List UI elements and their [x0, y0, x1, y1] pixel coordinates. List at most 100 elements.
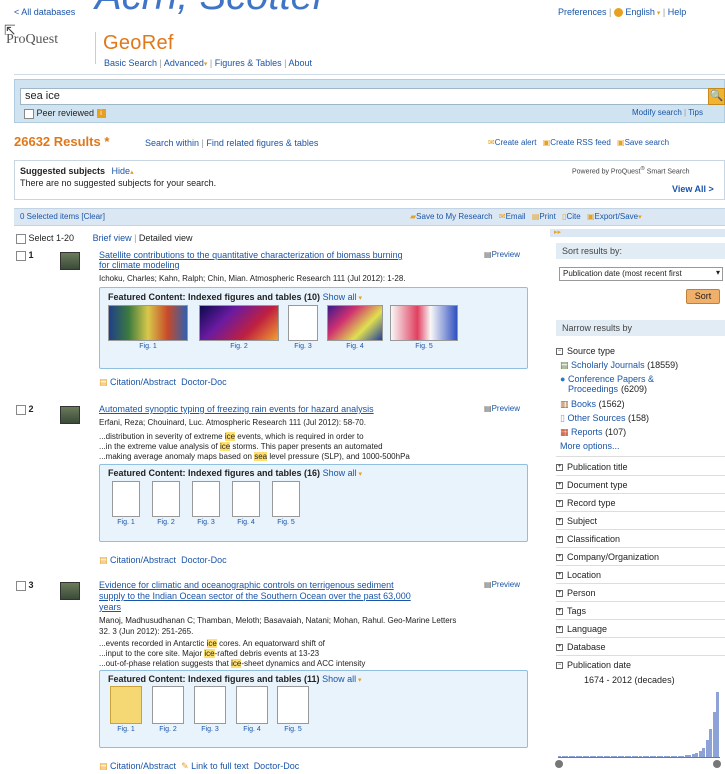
- result-checkbox[interactable]: [16, 250, 26, 261]
- figure-thumbnail[interactable]: Fig. 4: [236, 686, 268, 733]
- doctor-doc-link[interactable]: Doctor-Doc: [181, 377, 227, 387]
- preview-link[interactable]: ▤Preview: [484, 404, 520, 413]
- list-controls: Select 1-20 Brief view | Detailed view: [16, 233, 192, 244]
- sort-button[interactable]: Sort: [686, 289, 720, 304]
- related-figures-link[interactable]: Find related figures & tables: [206, 138, 318, 148]
- export-save-button[interactable]: Export/Save: [595, 212, 639, 221]
- help-link[interactable]: Help: [668, 7, 687, 17]
- snippet-line: ...in the extreme value analysis of ice …: [99, 442, 383, 451]
- facet-document-type[interactable]: + Document type: [556, 480, 628, 490]
- result-checkbox[interactable]: [16, 580, 26, 591]
- featured-content-header: Featured Content: Indexed figures and ta…: [108, 292, 363, 302]
- create-rss-link[interactable]: Create RSS feed: [550, 138, 610, 147]
- preview-link[interactable]: ▤Preview: [484, 580, 520, 589]
- citation-abstract-link[interactable]: Citation/Abstract: [110, 761, 176, 771]
- source-books[interactable]: ▥ Books (1562): [560, 399, 625, 410]
- figure-thumbnail[interactable]: Fig. 2: [152, 686, 184, 733]
- selected-items: 0 Selected items [Clear]: [20, 212, 105, 221]
- chevron-down-icon: ▾: [356, 471, 363, 478]
- facet-source-type[interactable]: − Source type: [556, 346, 615, 356]
- figure-thumbnail[interactable]: Fig. 2: [152, 481, 180, 526]
- facet-record-type[interactable]: + Record type: [556, 498, 616, 508]
- citation-abstract-link[interactable]: Citation/Abstract: [110, 377, 176, 387]
- facet-publication-title[interactable]: + Publication title: [556, 462, 628, 472]
- select-all-checkbox[interactable]: [16, 233, 26, 244]
- chevron-down-icon: ▾: [356, 677, 362, 684]
- envelope-icon: ✉: [498, 212, 506, 221]
- preferences-link[interactable]: Preferences: [558, 7, 607, 17]
- nav-figures-tables[interactable]: Figures & Tables: [215, 58, 282, 68]
- clear-selection-link[interactable]: [Clear]: [81, 212, 105, 221]
- citation-abstract-link[interactable]: Citation/Abstract: [110, 555, 176, 565]
- figure-thumbnail[interactable]: Fig. 1: [112, 481, 140, 526]
- show-all-link[interactable]: Show all: [323, 468, 357, 478]
- email-button[interactable]: Email: [506, 212, 526, 221]
- chevron-down-icon: ▾: [356, 295, 363, 302]
- nav-advanced[interactable]: Advanced: [164, 58, 204, 68]
- search-within-link[interactable]: Search within: [145, 138, 199, 148]
- figure-thumbnail[interactable]: Fig. 4: [327, 305, 383, 350]
- result-checkbox[interactable]: [16, 404, 26, 415]
- facet-person[interactable]: + Person: [556, 588, 596, 598]
- facet-publication-date[interactable]: − Publication date: [556, 660, 631, 670]
- figure-thumbnail[interactable]: Fig. 5: [272, 481, 300, 526]
- figure-thumbnail[interactable]: Fig. 1: [108, 305, 188, 350]
- date-slider-end-handle[interactable]: [713, 760, 721, 768]
- sort-select[interactable]: Publication date (most recent first ▾: [559, 267, 723, 281]
- date-slider-start-handle[interactable]: [555, 760, 563, 768]
- search-button[interactable]: 🔍: [708, 88, 725, 105]
- nav-about[interactable]: About: [288, 58, 312, 68]
- facet-language[interactable]: + Language: [556, 624, 607, 634]
- sidebar-collapse-bar[interactable]: ▸▸: [550, 229, 725, 237]
- figure-thumbnail[interactable]: Fig. 5: [277, 686, 309, 733]
- figure-thumbnail[interactable]: Fig. 1: [110, 686, 142, 733]
- facet-database[interactable]: + Database: [556, 642, 606, 652]
- result-row-3-select: 3: [16, 580, 34, 591]
- save-search-link[interactable]: Save search: [625, 138, 669, 147]
- result-meta: Ichoku, Charles; Kahn, Ralph; Chin, Mian…: [99, 274, 406, 283]
- facet-company-organization[interactable]: + Company/Organization: [556, 552, 659, 562]
- tips-link[interactable]: Tips: [688, 108, 703, 117]
- search-input[interactable]: sea ice: [20, 88, 710, 105]
- all-databases-link[interactable]: < All databases: [14, 7, 75, 17]
- source-other-sources[interactable]: ▯ Other Sources (158): [560, 413, 649, 424]
- save-research-button[interactable]: Save to My Research: [416, 212, 492, 221]
- figure-thumbnail[interactable]: Fig. 3: [192, 481, 220, 526]
- cite-button[interactable]: Cite: [566, 212, 580, 221]
- more-options-link[interactable]: More options...: [560, 441, 620, 451]
- proquest-logo[interactable]: ProQuest: [6, 32, 58, 48]
- create-alert-link[interactable]: Create alert: [495, 138, 537, 147]
- figure-thumbnail[interactable]: Fig. 5: [390, 305, 458, 350]
- show-all-link[interactable]: Show all: [322, 674, 356, 684]
- preview-link[interactable]: ▤Preview: [484, 250, 520, 259]
- print-button[interactable]: Print: [539, 212, 555, 221]
- result-title-2[interactable]: Automated synoptic typing of freezing ra…: [99, 404, 374, 414]
- source-scholarly-journals[interactable]: ▤ Scholarly Journals (18559): [560, 360, 678, 371]
- figure-thumbnail[interactable]: Fig. 2: [199, 305, 279, 350]
- figure-thumbnail[interactable]: Fig. 4: [232, 481, 260, 526]
- language-select[interactable]: English: [625, 7, 655, 17]
- facet-tags[interactable]: + Tags: [556, 606, 586, 616]
- figure-thumbnail[interactable]: Fig. 3: [288, 305, 318, 350]
- modify-search-link[interactable]: Modify search: [632, 108, 682, 117]
- hide-suggested-link[interactable]: Hide: [112, 166, 131, 176]
- figure-thumbnail[interactable]: Fig. 3: [194, 686, 226, 733]
- nav-basic-search[interactable]: Basic Search: [104, 58, 157, 68]
- source-reports[interactable]: ▦ Reports (107): [560, 427, 626, 438]
- view-all-link[interactable]: View All >: [672, 184, 714, 194]
- narrow-header-label: Narrow results by: [556, 320, 725, 336]
- brief-view-link[interactable]: Brief view: [93, 233, 132, 243]
- result-title-3[interactable]: Evidence for climatic and oceanographic …: [99, 580, 411, 613]
- source-conference-papers[interactable]: ● Conference Papers & Proceedings (6209): [560, 374, 686, 394]
- peer-reviewed-filter: Peer reviewed i: [24, 108, 106, 119]
- facet-subject[interactable]: + Subject: [556, 516, 597, 526]
- peer-reviewed-checkbox[interactable]: [24, 108, 34, 119]
- citation-icon: ▤: [99, 377, 108, 387]
- result-title-1[interactable]: Satellite contributions to the quantitat…: [99, 250, 403, 270]
- facet-classification[interactable]: + Classification: [556, 534, 620, 544]
- doctor-doc-link[interactable]: Doctor-Doc: [181, 555, 227, 565]
- facet-location[interactable]: + Location: [556, 570, 601, 580]
- full-text-link[interactable]: Link to full text: [191, 761, 249, 771]
- doctor-doc-link[interactable]: Doctor-Doc: [254, 761, 300, 771]
- show-all-link[interactable]: Show all: [323, 292, 357, 302]
